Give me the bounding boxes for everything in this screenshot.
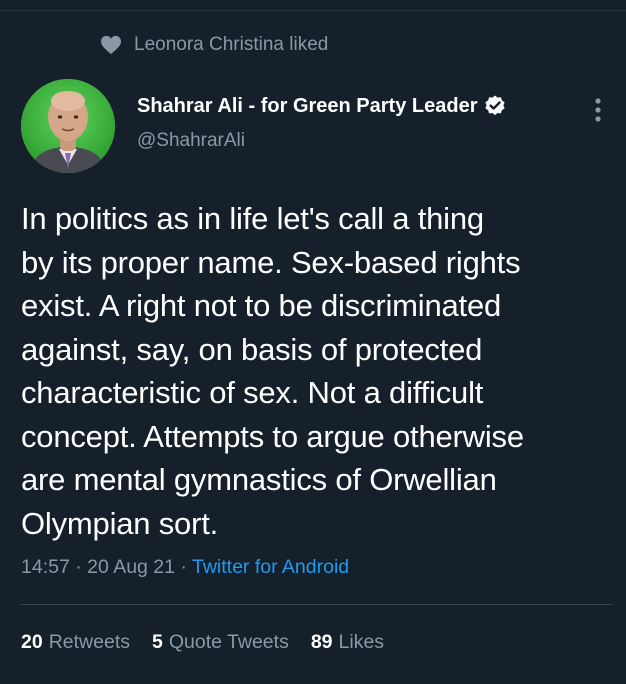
likes-stat[interactable]: 89 Likes bbox=[311, 631, 384, 654]
tweet-time[interactable]: 14:57 bbox=[21, 556, 70, 578]
heart-icon bbox=[101, 35, 121, 55]
verified-badge-icon bbox=[485, 95, 506, 116]
retweets-stat[interactable]: 20 Retweets bbox=[21, 631, 130, 654]
tweet-meta: 14:57 · 20 Aug 21 · Twitter for Android bbox=[21, 556, 349, 579]
social-context-text: Leonora Christina liked bbox=[134, 34, 329, 55]
quote-tweets-label: Quote Tweets bbox=[168, 631, 289, 653]
retweets-label: Retweets bbox=[48, 631, 130, 653]
avatar[interactable] bbox=[21, 79, 115, 173]
tweet-stats: 20 Retweets 5 Quote Tweets 89 Likes bbox=[21, 631, 406, 654]
likes-count: 89 bbox=[310, 631, 333, 653]
meta-separator: · bbox=[175, 556, 192, 578]
meta-separator: · bbox=[69, 556, 88, 578]
author-handle[interactable]: @ShahrarAli bbox=[137, 130, 507, 152]
quote-tweets-stat[interactable]: 5 Quote Tweets bbox=[152, 631, 289, 654]
social-context[interactable]: Leonora Christina liked bbox=[100, 34, 328, 56]
more-options-icon[interactable] bbox=[588, 96, 608, 124]
tweet-text: In politics as in life let's call a thin… bbox=[21, 201, 524, 541]
retweets-count: 20 bbox=[21, 631, 43, 653]
author-display-name[interactable]: Shahrar Ali - for Green Party Leader bbox=[137, 95, 477, 118]
tweet-date[interactable]: 20 Aug 21 bbox=[87, 556, 175, 578]
tweet-source-link[interactable]: Twitter for Android bbox=[192, 556, 349, 578]
quote-tweets-count: 5 bbox=[152, 631, 163, 653]
likes-label: Likes bbox=[338, 631, 385, 653]
author-block[interactable]: Shahrar Ali - for Green Party Leader @Sh… bbox=[137, 94, 507, 152]
top-divider bbox=[0, 10, 626, 11]
avatar-image bbox=[21, 79, 115, 173]
stats-divider bbox=[21, 604, 613, 605]
